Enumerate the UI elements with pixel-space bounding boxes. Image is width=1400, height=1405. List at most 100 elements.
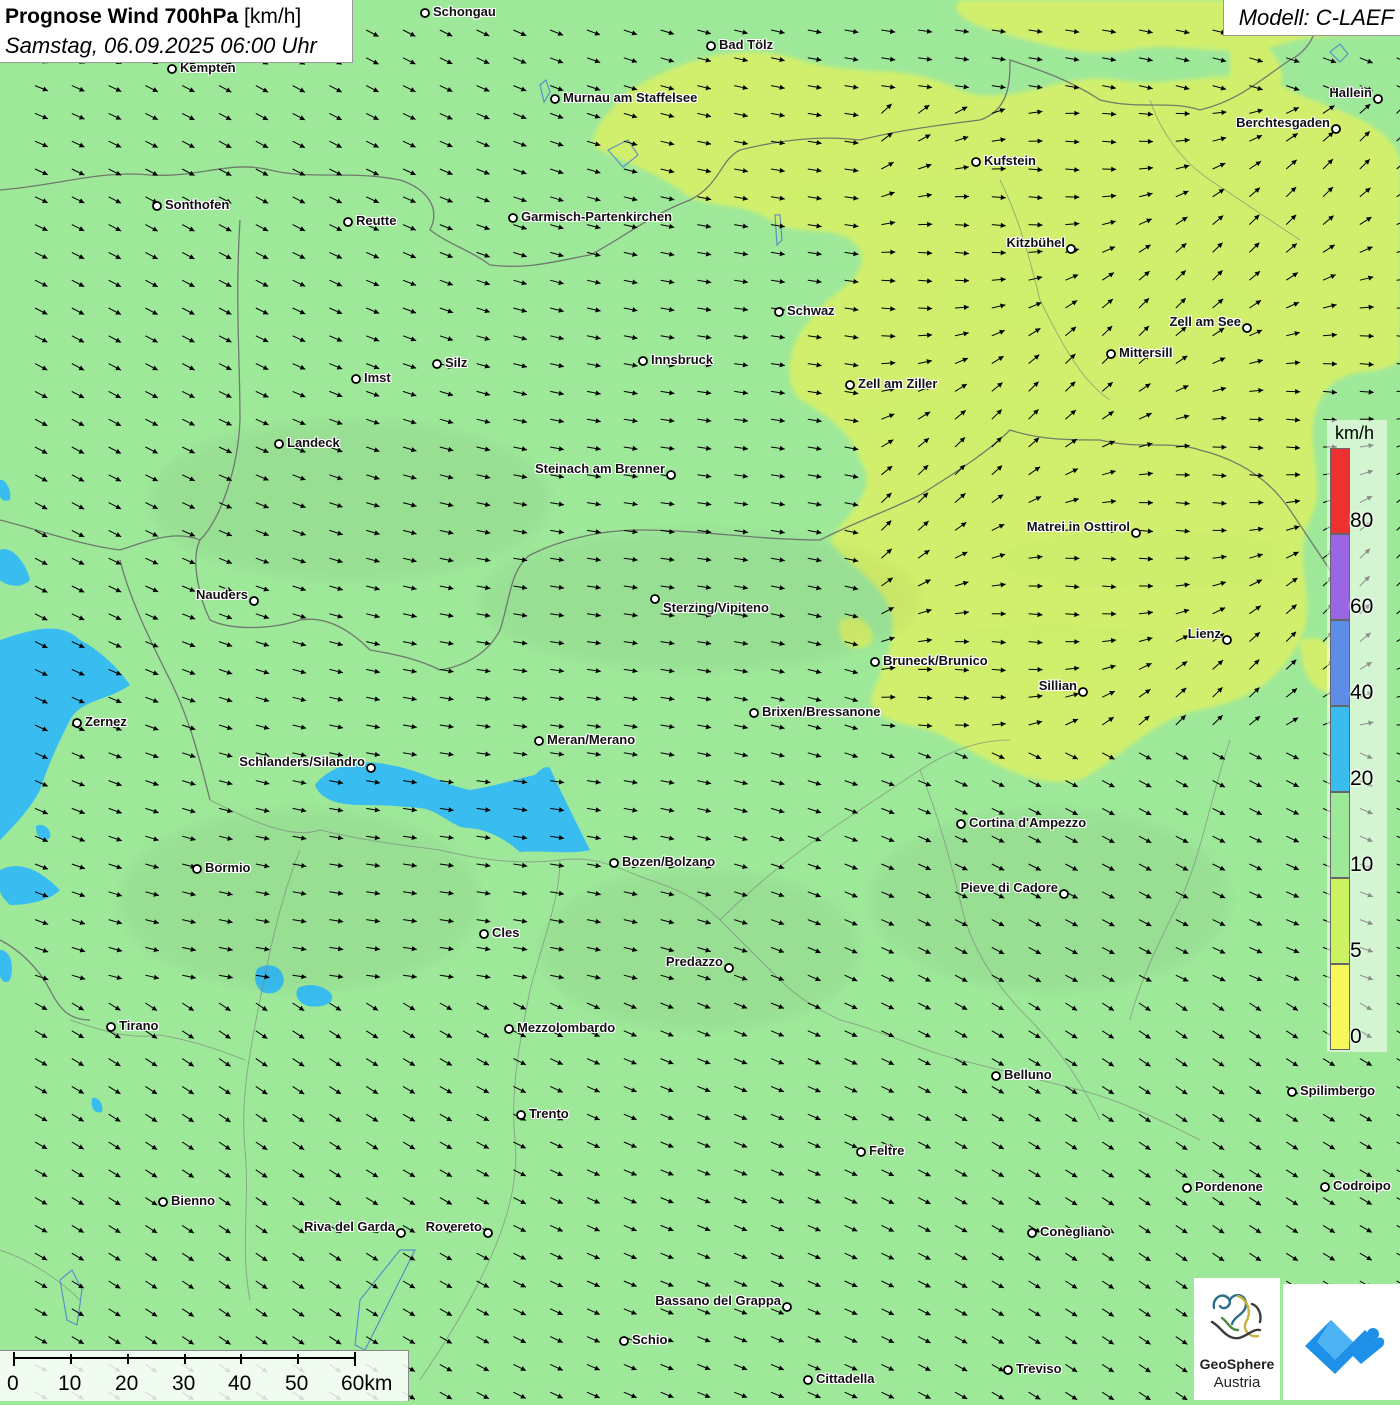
city-dot (433, 360, 441, 368)
city-label: Tirano (119, 1018, 159, 1033)
scale-label-20: 20 (115, 1372, 138, 1396)
city-dot (344, 218, 352, 226)
city-label: Schwaz (787, 303, 835, 318)
city-label: Trento (529, 1106, 569, 1121)
city-label: Imst (364, 370, 391, 385)
city-label: Cortina d'Ampezzo (969, 815, 1086, 830)
city-label: Rovereto (426, 1219, 482, 1234)
scale-label-30: 30 (172, 1372, 195, 1396)
legend-label-10: 10 (1350, 853, 1373, 877)
city-label: Kitzbühel (1007, 235, 1066, 250)
scale-label-40: 40 (228, 1372, 251, 1396)
city-dot (846, 381, 854, 389)
legend-label-80: 80 (1350, 509, 1373, 533)
city-dot (775, 308, 783, 316)
city-dot (750, 709, 758, 717)
city-label: Murnau am Staffelsee (563, 90, 697, 105)
legend-bar-80 (1330, 448, 1350, 534)
city-label: Kufstein (984, 153, 1036, 168)
city-dot (1067, 245, 1075, 253)
city-label: Meran/Merano (547, 732, 635, 747)
city-dot (1183, 1184, 1191, 1192)
city-dot (107, 1023, 115, 1031)
city-dot (804, 1376, 812, 1384)
app-logo-icon (1283, 1284, 1400, 1400)
city-label: Reutte (356, 213, 396, 228)
city-dot (1332, 125, 1340, 133)
city-dot (168, 65, 176, 73)
city-label: Schio (632, 1332, 667, 1347)
city-dot (397, 1229, 405, 1237)
legend-bar-0 (1330, 964, 1350, 1050)
city-label: Spilimbergo (1300, 1083, 1375, 1098)
legend-label-5: 5 (1350, 939, 1362, 963)
legend-bar-20 (1330, 706, 1350, 792)
city-label: Zell am See (1169, 314, 1241, 329)
city-label: Schlanders/Silandro (239, 754, 365, 769)
city-label: Sterzing/Vipiteno (663, 600, 769, 615)
city-dot (1223, 636, 1231, 644)
city-label: Predazzo (666, 954, 723, 969)
city-label: Bad Tölz (719, 37, 773, 52)
city-dot (1028, 1229, 1036, 1237)
city-dot (857, 1148, 865, 1156)
city-dot (421, 9, 429, 17)
city-dot (352, 375, 360, 383)
city-dot (610, 859, 618, 867)
city-label: Bassano del Grappa (655, 1293, 781, 1308)
city-dot (725, 964, 733, 972)
city-dot (275, 440, 283, 448)
geosphere-logo-subtext: Austria (1194, 1374, 1280, 1391)
city-dot (1079, 688, 1087, 696)
city-label: Landeck (287, 435, 340, 450)
city-dot (1321, 1183, 1329, 1191)
city-label: Schongau (433, 4, 496, 19)
map-title: Prognose Wind 700hPa [km/h] (5, 5, 301, 29)
city-label: Matrei in Osttirol (1027, 519, 1130, 534)
city-dot (153, 202, 161, 210)
city-dot (707, 42, 715, 50)
model-name: Modell: C-LAEF (1239, 5, 1394, 31)
city-label: Sonthofen (165, 197, 229, 212)
city-label: Codroipo (1333, 1178, 1391, 1193)
city-label: Pieve di Cadore (960, 880, 1058, 895)
title-panel: Prognose Wind 700hPa [km/h] Samstag, 06.… (0, 0, 353, 63)
legend-bar-60 (1330, 534, 1350, 620)
city-dot (957, 820, 965, 828)
city-dot (517, 1111, 525, 1119)
city-dot (1060, 890, 1068, 898)
city-dot (73, 719, 81, 727)
map-title-unit: [km/h] (244, 5, 301, 28)
legend-label-20: 20 (1350, 767, 1373, 791)
city-dot (1374, 95, 1382, 103)
legend-label-0: 0 (1350, 1025, 1362, 1049)
city-dot (667, 471, 675, 479)
city-dot (250, 597, 258, 605)
scale-label-60km: 60km (341, 1372, 392, 1396)
city-label: Bormio (205, 860, 251, 875)
city-label: Sillian (1039, 678, 1077, 693)
city-dot (1132, 529, 1140, 537)
city-dot (1004, 1366, 1012, 1374)
city-dot (551, 95, 559, 103)
city-dot (1243, 324, 1251, 332)
scale-label-0: 0 (7, 1372, 19, 1396)
model-panel: Modell: C-LAEF (1223, 0, 1400, 36)
city-label: Conegliano (1040, 1224, 1111, 1239)
city-dot (505, 1025, 513, 1033)
scale-label-50: 50 (285, 1372, 308, 1396)
city-label: Brixen/Bressanone (762, 704, 881, 719)
city-dot (1107, 350, 1115, 358)
city-label: Feltre (869, 1143, 904, 1158)
city-dot (1288, 1088, 1296, 1096)
city-dot (509, 214, 517, 222)
city-dot (193, 865, 201, 873)
city-label: Mezzolombardo (517, 1020, 615, 1035)
legend-bar-10 (1330, 792, 1350, 878)
city-label: Cles (492, 925, 519, 940)
city-label: Treviso (1016, 1361, 1062, 1376)
forecast-datetime: Samstag, 06.09.2025 06:00 Uhr (5, 33, 317, 59)
geosphere-logo-text: GeoSphere (1194, 1356, 1280, 1372)
city-dot (972, 158, 980, 166)
city-dot (480, 930, 488, 938)
